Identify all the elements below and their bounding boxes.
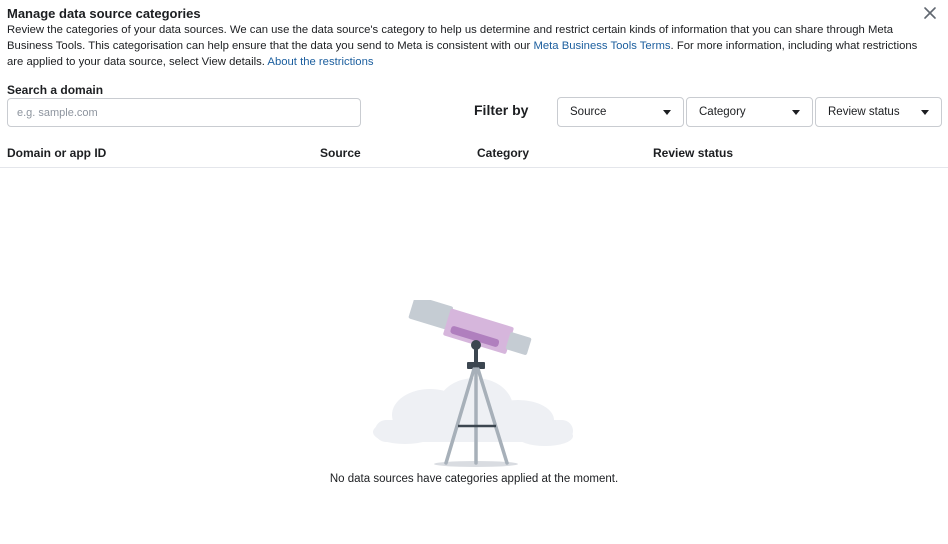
table-header-divider	[0, 167, 948, 168]
column-header-review-status[interactable]: Review status	[653, 146, 733, 160]
column-header-domain[interactable]: Domain or app ID	[7, 146, 106, 160]
chevron-down-icon	[792, 109, 800, 115]
filter-label: Filter by	[474, 102, 529, 118]
column-header-category[interactable]: Category	[477, 146, 529, 160]
search-input[interactable]	[7, 98, 361, 127]
column-header-source[interactable]: Source	[320, 146, 361, 160]
empty-state-message: No data sources have categories applied …	[329, 473, 619, 485]
dialog-title: Manage data source categories	[7, 6, 201, 21]
close-icon[interactable]	[922, 5, 938, 21]
dialog-description: Review the categories of your data sourc…	[7, 22, 927, 70]
review-status-filter-dropdown[interactable]: Review status	[815, 97, 942, 127]
category-filter-dropdown[interactable]: Category	[686, 97, 813, 127]
chevron-down-icon	[921, 109, 929, 115]
telescope-illustration	[373, 300, 573, 467]
source-filter-dropdown[interactable]: Source	[557, 97, 684, 127]
restrictions-link[interactable]: About the restrictions	[267, 56, 373, 68]
source-filter-label: Source	[570, 106, 607, 118]
category-filter-label: Category	[699, 106, 746, 118]
terms-link[interactable]: Meta Business Tools Terms	[533, 40, 670, 52]
search-label: Search a domain	[7, 83, 104, 97]
chevron-down-icon	[663, 109, 671, 115]
review-status-filter-label: Review status	[828, 106, 900, 118]
